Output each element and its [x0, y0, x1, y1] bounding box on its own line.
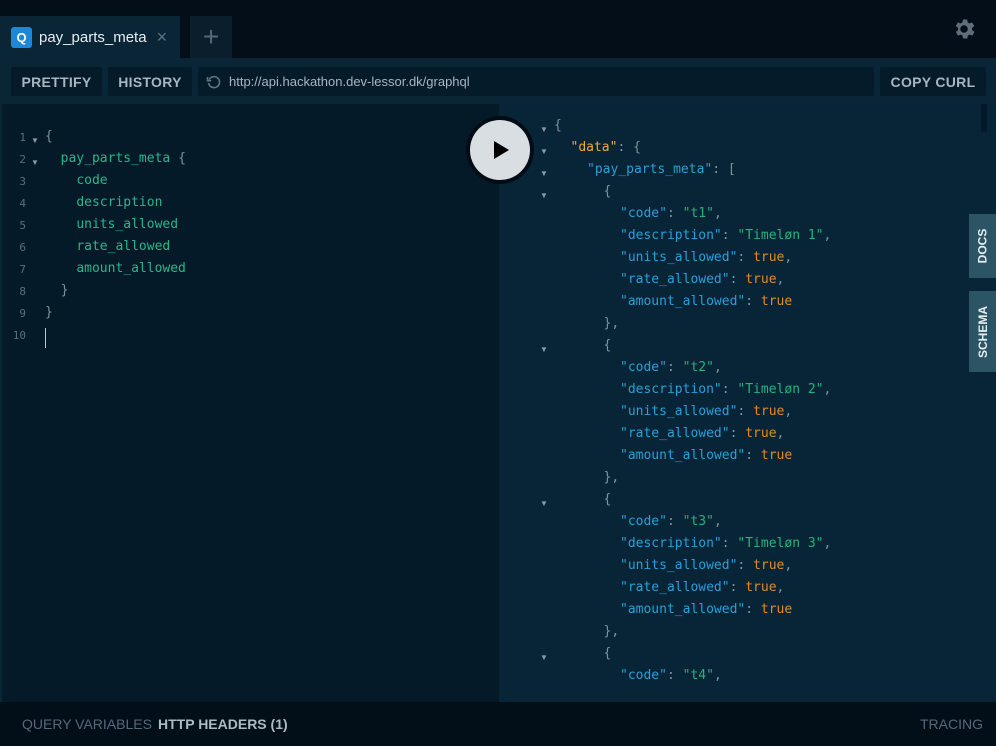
- query-line: units_allowed: [76, 217, 179, 232]
- result-line: },: [603, 470, 620, 485]
- result-line: {: [554, 118, 562, 133]
- line-number: 4: [19, 197, 26, 210]
- text-cursor: [45, 328, 46, 348]
- close-icon[interactable]: ×: [157, 28, 168, 46]
- result-line: "rate_allowed": true,: [620, 426, 785, 441]
- line-number: 8: [19, 285, 26, 298]
- copy-curl-button[interactable]: COPY CURL: [880, 67, 986, 96]
- query-line: }: [45, 305, 53, 320]
- tab-label: pay_parts_meta: [39, 28, 147, 46]
- query-line: pay_parts_meta {: [60, 151, 186, 166]
- fold-arrow-icon[interactable]: ▼: [31, 136, 39, 145]
- plus-icon: +: [202, 21, 220, 52]
- line-number: 3: [19, 175, 26, 188]
- query-line: description: [76, 195, 163, 210]
- tracing-tab[interactable]: TRACING: [920, 716, 983, 732]
- fold-arrow-icon[interactable]: ▼: [540, 147, 548, 156]
- result-line: "rate_allowed": true,: [620, 272, 785, 287]
- fold-arrow-icon[interactable]: ▼: [540, 345, 548, 354]
- line-number: 9: [19, 307, 26, 320]
- toolbar: PRETTIFY HISTORY http://api.hackathon.de…: [0, 58, 996, 104]
- fold-arrow-icon[interactable]: ▼: [540, 169, 548, 178]
- docs-tab[interactable]: DOCS: [969, 214, 996, 278]
- http-headers-tab[interactable]: HTTP HEADERS (1): [158, 716, 288, 732]
- line-number: 10: [12, 329, 26, 342]
- line-number: 1: [19, 131, 26, 144]
- query-line: {: [45, 129, 53, 144]
- result-line: "amount_allowed": true: [620, 448, 793, 463]
- docs-label: DOCS: [975, 228, 990, 264]
- result-line: "rate_allowed": true,: [620, 580, 785, 595]
- fold-arrow-icon[interactable]: ▼: [540, 653, 548, 662]
- line-number: 5: [19, 219, 26, 232]
- fold-arrow-icon[interactable]: ▼: [540, 191, 548, 200]
- play-icon: [494, 141, 509, 159]
- fold-arrow-icon[interactable]: ▼: [540, 125, 548, 134]
- play-button-face: [470, 120, 530, 180]
- fold-arrow-icon[interactable]: ▼: [31, 158, 39, 167]
- query-line: }: [60, 283, 69, 298]
- line-number: 6: [19, 241, 26, 254]
- result-line: {: [603, 492, 612, 507]
- tab-bar: Q pay_parts_meta × +: [0, 0, 996, 58]
- result-line: "units_allowed": true,: [620, 558, 793, 573]
- query-variables-tab[interactable]: QUERY VARIABLES: [22, 716, 152, 732]
- result-line: {: [603, 338, 612, 353]
- editor-edge: [0, 104, 2, 702]
- query-badge-icon: Q: [11, 26, 32, 48]
- endpoint-url-input[interactable]: http://api.hackathon.dev-lessor.dk/graph…: [198, 67, 874, 96]
- query-line: code: [76, 173, 108, 188]
- endpoint-url-text: http://api.hackathon.dev-lessor.dk/graph…: [229, 74, 470, 89]
- result-line: },: [603, 316, 620, 331]
- result-line: "description": "Timeløn 1",: [620, 228, 832, 243]
- run-query-button[interactable]: [466, 116, 534, 184]
- result-line: "data": {: [570, 140, 641, 155]
- result-line: "code": "t1",: [620, 206, 722, 221]
- schema-label: SCHEMA: [975, 305, 990, 358]
- result-line: "code": "t4",: [620, 668, 722, 683]
- tab-pay-parts-meta[interactable]: Q pay_parts_meta ×: [0, 16, 180, 58]
- result-line: },: [603, 624, 620, 639]
- prettify-button[interactable]: PRETTIFY: [11, 67, 102, 96]
- result-line: "units_allowed": true,: [620, 250, 793, 265]
- result-line: "description": "Timeløn 3",: [620, 536, 832, 551]
- result-line: "units_allowed": true,: [620, 404, 793, 419]
- new-tab-button[interactable]: +: [190, 16, 232, 58]
- result-line: "code": "t3",: [620, 514, 722, 529]
- query-line: amount_allowed: [76, 261, 186, 276]
- gear-icon[interactable]: [951, 16, 977, 42]
- line-number: 2: [19, 153, 26, 166]
- line-number: 7: [19, 263, 26, 276]
- result-scrollbar[interactable]: [981, 104, 987, 132]
- result-viewer[interactable]: ▼ { ▼ "data": { ▼ "pay_parts_meta": [ ▼ { "code"…: [499, 104, 996, 702]
- query-editor[interactable]: 1 ▼ {2 ▼ pay_parts_meta { 3 code 4 descriptio…: [0, 104, 499, 702]
- bottom-bar: QUERY VARIABLES HTTP HEADERS (1) TRACING: [0, 702, 996, 746]
- schema-tab[interactable]: SCHEMA: [969, 291, 996, 372]
- query-line: rate_allowed: [76, 239, 171, 254]
- result-line: {: [603, 646, 612, 661]
- result-line: "description": "Timeløn 2",: [620, 382, 832, 397]
- result-line: {: [603, 184, 612, 199]
- history-button[interactable]: HISTORY: [108, 67, 192, 96]
- fold-arrow-icon[interactable]: ▼: [540, 499, 548, 508]
- history-icon[interactable]: [206, 74, 222, 90]
- result-line: "amount_allowed": true: [620, 602, 793, 617]
- result-line: "amount_allowed": true: [620, 294, 793, 309]
- result-line: "pay_parts_meta": [: [587, 162, 736, 177]
- result-line: "code": "t2",: [620, 360, 722, 375]
